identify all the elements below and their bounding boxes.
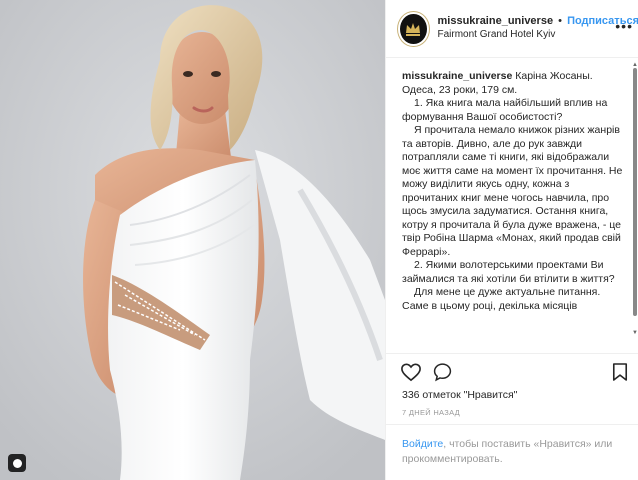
- post-timestamp[interactable]: 7 ДНЕЙ НАЗАД: [402, 408, 460, 417]
- ellipsis-icon[interactable]: •••: [615, 18, 633, 34]
- post-photo[interactable]: [0, 0, 385, 480]
- caption-line-name: Каріна Жосаны.: [515, 70, 593, 82]
- post-side-panel: missukraine_universe • Подписаться Fairm…: [385, 0, 638, 480]
- login-prompt: Войдите, чтобы поставить «Нравится» или …: [386, 424, 638, 480]
- caption-answer-2: Для мене це дуже актуальне питання. Саме…: [402, 286, 601, 312]
- post-caption: missukraine_universe Каріна Жосаны. Одес…: [386, 59, 638, 354]
- model-photo-illustration: [0, 0, 385, 480]
- avatar[interactable]: [398, 11, 429, 46]
- caption-username[interactable]: missukraine_universe: [402, 70, 512, 82]
- tagged-user-icon[interactable]: [8, 454, 26, 472]
- location-link[interactable]: Fairmont Grand Hotel Kyiv: [438, 29, 638, 42]
- post-actions: [400, 362, 630, 384]
- comment-bubble-icon[interactable]: [432, 362, 453, 382]
- likes-count[interactable]: 336 отметок "Нравится": [402, 389, 517, 401]
- scroll-down-arrow-icon[interactable]: ▼: [632, 330, 638, 336]
- caption-question-2: 2. Якими волотерськими проектами Ви займ…: [402, 259, 615, 285]
- header-username[interactable]: missukraine_universe: [438, 15, 554, 27]
- login-link[interactable]: Войдите: [402, 438, 443, 450]
- crown-logo-icon: [406, 22, 421, 36]
- caption-scrollbar[interactable]: ▲ ▼: [632, 62, 638, 336]
- header-separator: •: [558, 15, 562, 28]
- caption-answer-1: Я прочитала немало книжок різних жанрів …: [402, 124, 623, 258]
- caption-line-info: Одеса, 23 роки, 179 см.: [402, 83, 518, 96]
- caption-question-1: 1. Яка книга мала найбільший вплив на фо…: [402, 97, 608, 123]
- heart-icon[interactable]: [400, 362, 422, 382]
- scrollbar-thumb[interactable]: [633, 68, 637, 316]
- bookmark-icon[interactable]: [612, 362, 628, 382]
- post-header: missukraine_universe • Подписаться Fairm…: [386, 0, 638, 58]
